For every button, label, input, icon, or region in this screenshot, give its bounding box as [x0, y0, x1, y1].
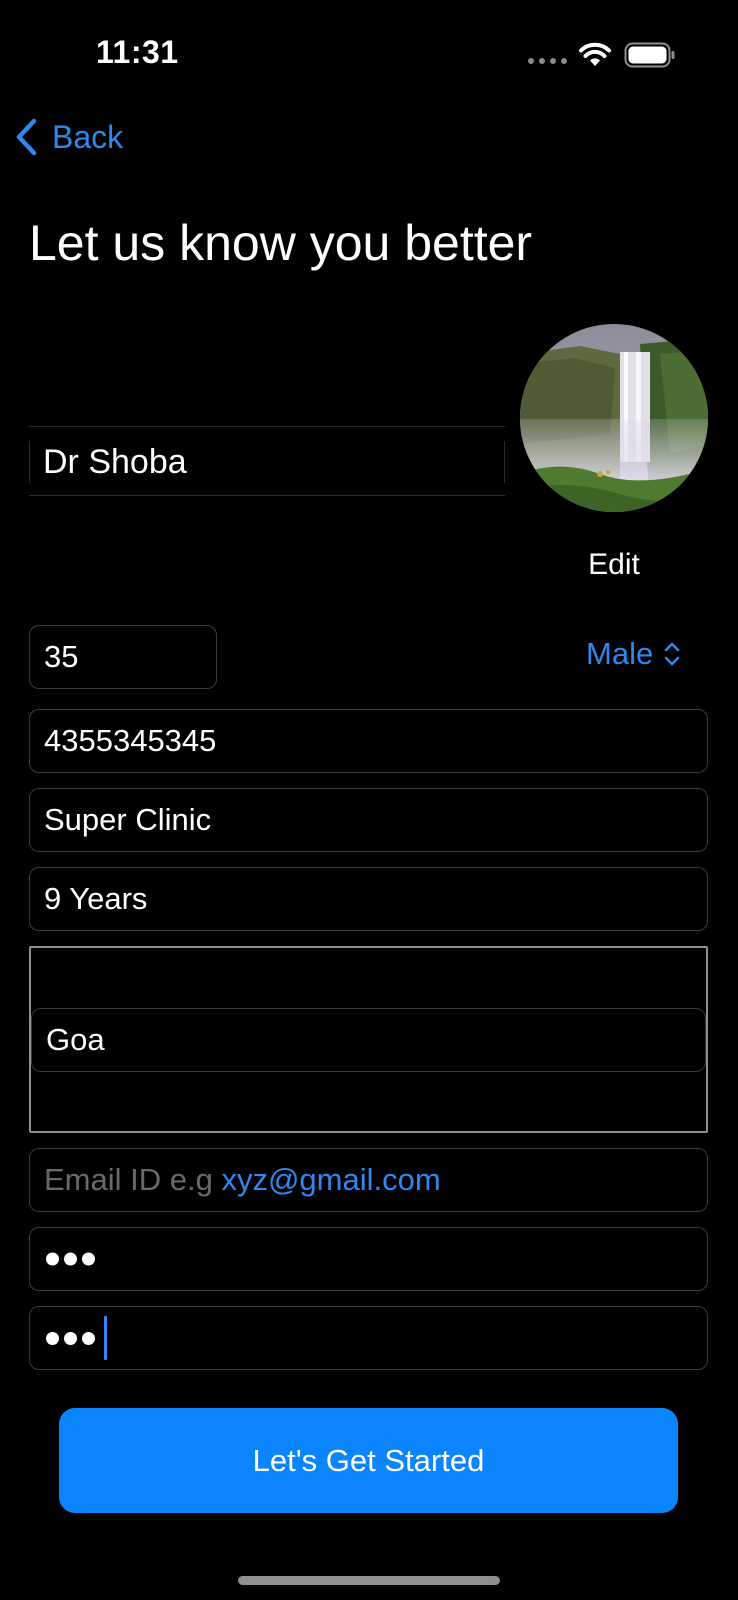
email-field[interactable]: Email ID e.g xyz@gmail.com: [29, 1148, 708, 1212]
email-placeholder: Email ID e.g xyz@gmail.com: [44, 1162, 441, 1198]
avatar[interactable]: [520, 324, 708, 512]
page-title: Let us know you better: [29, 215, 533, 271]
age-field[interactable]: 35: [29, 625, 217, 689]
phone-value: 4355345345: [44, 723, 217, 758]
confirm-password-mask: [46, 1316, 107, 1360]
chevron-up-down-icon: [664, 642, 680, 666]
wifi-icon: [579, 42, 611, 66]
chevron-left-icon: [16, 118, 37, 156]
password-field[interactable]: [29, 1227, 708, 1291]
clinic-field[interactable]: Super Clinic: [29, 788, 708, 852]
location-value: Goa: [46, 1022, 105, 1057]
name-value: Dr Shoba: [43, 443, 187, 481]
status-time: 11:31: [96, 34, 179, 70]
battery-icon: [624, 42, 675, 68]
edit-photo-button[interactable]: Edit: [520, 548, 708, 582]
confirm-password-field[interactable]: [29, 1306, 708, 1370]
text-cursor: [104, 1316, 107, 1360]
name-field[interactable]: Dr Shoba: [29, 426, 505, 496]
profile-photo-waterfall: [520, 324, 708, 512]
age-value: 35: [44, 639, 79, 674]
password-mask: [46, 1252, 95, 1266]
get-started-button[interactable]: Let's Get Started: [59, 1408, 678, 1513]
home-indicator[interactable]: [238, 1576, 500, 1585]
back-button[interactable]: Back: [14, 118, 123, 156]
phone-field[interactable]: 4355345345: [29, 709, 708, 773]
experience-field[interactable]: 9 Years: [29, 867, 708, 931]
location-field[interactable]: Goa: [31, 1008, 706, 1072]
email-placeholder-prefix: Email ID e.g: [44, 1162, 222, 1197]
gender-value: Male: [586, 636, 654, 671]
clinic-value: Super Clinic: [44, 802, 212, 837]
gender-select[interactable]: Male: [586, 636, 681, 672]
cellular-signal-icon: [528, 58, 567, 64]
experience-value: 9 Years: [44, 881, 148, 916]
back-label: Back: [52, 118, 124, 155]
email-placeholder-example: xyz@gmail.com: [221, 1162, 441, 1197]
